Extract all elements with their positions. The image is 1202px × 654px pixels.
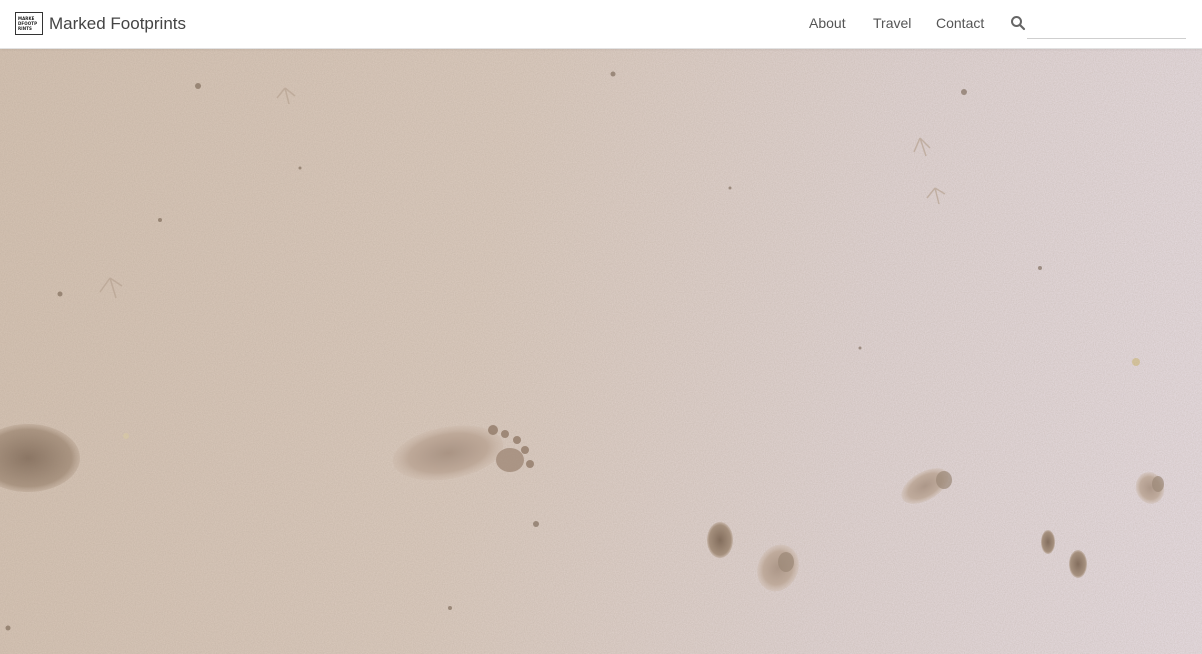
search-input[interactable]: [1027, 12, 1186, 39]
page: MARKE DFOOTP RINTS Marked Footprints Abo…: [0, 0, 1202, 654]
nav-link-contact[interactable]: Contact: [936, 15, 984, 31]
brand-link[interactable]: MARKE DFOOTP RINTS Marked Footprints: [15, 12, 186, 35]
footprints-sand-image: [0, 48, 1202, 654]
logo: MARKE DFOOTP RINTS: [15, 12, 43, 35]
nav-link-about[interactable]: About: [809, 15, 846, 31]
hero-image: [0, 48, 1202, 654]
site-header: MARKE DFOOTP RINTS Marked Footprints Abo…: [0, 0, 1202, 49]
logo-line: RINTS: [18, 26, 33, 31]
nav-link-travel[interactable]: Travel: [873, 15, 911, 31]
brand-name: Marked Footprints: [49, 13, 186, 33]
search-icon[interactable]: [1010, 15, 1026, 31]
